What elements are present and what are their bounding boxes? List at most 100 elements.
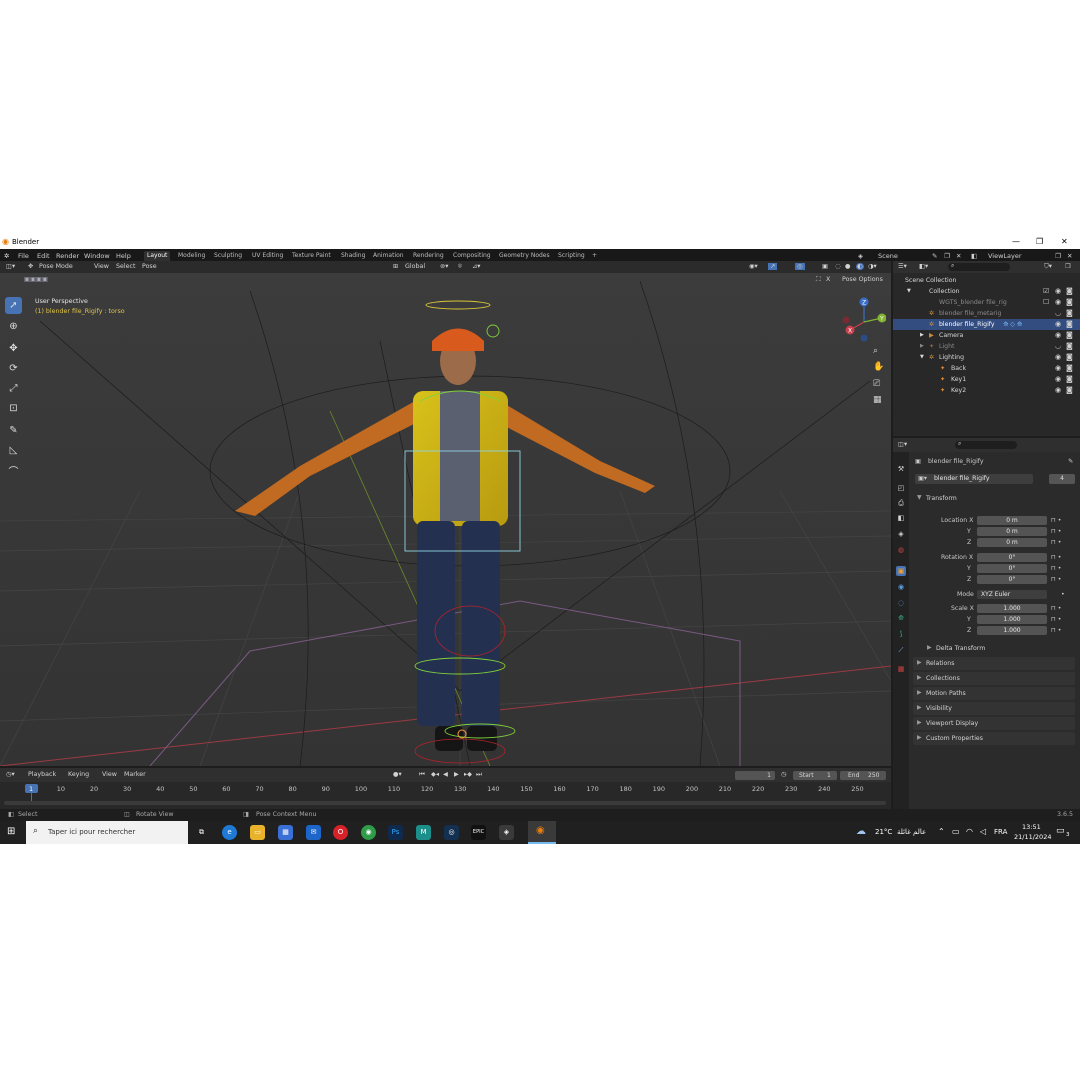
maximize-icon[interactable]: ❐ xyxy=(1036,237,1043,246)
current-frame-field[interactable]: 1 xyxy=(735,771,775,780)
outliner-row[interactable]: ✦ Key2 ◉ ◙ xyxy=(893,385,1080,396)
weather-text[interactable]: عالم غائلة xyxy=(897,828,926,836)
object-tab-icon[interactable]: ▣ xyxy=(896,566,906,576)
blender-menu-icon[interactable]: ✲ xyxy=(4,252,9,260)
rendered-shading-icon[interactable]: ◑▾ xyxy=(868,263,877,270)
menu-file[interactable]: File xyxy=(18,252,29,260)
new-collection-icon[interactable]: ❐ xyxy=(1065,263,1071,270)
chrome-icon[interactable]: ◉ xyxy=(361,825,376,840)
cursor-tool-icon[interactable]: ⊕ xyxy=(5,318,22,335)
lock-icon[interactable]: ⊓ • xyxy=(1051,616,1061,623)
new-scene-icon[interactable]: ❐ xyxy=(944,252,950,260)
rotation-mode-dropdown[interactable]: XYZ Euler xyxy=(977,590,1047,599)
filter-icon[interactable]: ⛉▾ xyxy=(1044,263,1052,271)
object-name-field[interactable]: ▣▾ blender file_Rigify xyxy=(915,474,1033,484)
timeline-editor-icon[interactable]: ◷▾ xyxy=(6,771,15,778)
rotation-z-field[interactable]: 0° xyxy=(977,575,1047,584)
zoom-icon[interactable]: ⌕ xyxy=(873,346,878,356)
network-icon[interactable]: ▭ xyxy=(952,827,960,836)
eye-icon[interactable]: ◉ xyxy=(1055,353,1061,361)
camera-render-icon[interactable]: ◙ xyxy=(1066,320,1073,328)
edge-icon[interactable]: e xyxy=(222,825,237,840)
outliner-row[interactable]: ✦ Back ◉ ◙ xyxy=(893,363,1080,374)
motion-paths-panel-header[interactable]: ▶ Motion Paths xyxy=(913,687,1075,700)
weather-icon[interactable]: ☁ xyxy=(856,826,866,837)
navigation-gizmo[interactable]: Z Y X xyxy=(838,296,886,344)
menu-playback[interactable]: Playback xyxy=(28,771,56,778)
camera-render-icon[interactable]: ◙ xyxy=(1066,298,1073,306)
wifi-icon[interactable]: ◠ xyxy=(966,827,973,836)
eye-icon[interactable]: ◉ xyxy=(1055,375,1061,383)
add-workspace-button[interactable]: + xyxy=(589,251,600,261)
menu-timeline-view[interactable]: View xyxy=(102,771,117,778)
properties-editor-icon[interactable]: ◫▾ xyxy=(898,441,907,448)
orientation-dropdown[interactable]: Global xyxy=(405,263,425,270)
scene-name-field[interactable]: Scene xyxy=(878,252,898,260)
menu-marker[interactable]: Marker xyxy=(124,771,146,778)
overlay-toggle-icon[interactable]: ◎ xyxy=(795,263,805,270)
camera-view-icon[interactable]: ⎚ xyxy=(873,379,880,389)
viewport-scene[interactable] xyxy=(0,261,891,766)
eye-icon[interactable]: ◉ xyxy=(1055,298,1061,306)
bone-tab-icon[interactable]: ⟋ xyxy=(896,645,906,655)
collections-panel-header[interactable]: ▶ Collections xyxy=(913,672,1075,685)
delete-scene-icon[interactable]: ✕ xyxy=(956,252,961,260)
wireframe-shading-icon[interactable]: ◌ xyxy=(835,263,841,270)
tab-shading[interactable]: Shading xyxy=(338,251,368,261)
eye-icon[interactable]: ◉ xyxy=(1055,364,1061,372)
tab-compositing[interactable]: Compositing xyxy=(450,251,494,261)
maya-icon[interactable]: M xyxy=(416,825,431,840)
mirror-x-toggle[interactable]: X xyxy=(826,276,830,283)
measure-tool-icon[interactable]: ◺ xyxy=(5,442,22,459)
scene-tab-icon[interactable]: ◈ xyxy=(896,529,906,539)
eye-icon[interactable]: ◉ xyxy=(1055,287,1061,295)
render-tab-icon[interactable]: ◰ xyxy=(896,483,906,493)
outliner-row[interactable]: ✦ Key1 ◉ ◙ xyxy=(893,374,1080,385)
volume-icon[interactable]: ◁ xyxy=(980,827,986,836)
texture-tab-icon[interactable]: ▦ xyxy=(896,664,906,674)
camera-render-icon[interactable]: ◙ xyxy=(1066,364,1073,372)
weather-temp[interactable]: 21°C xyxy=(875,828,892,836)
tab-texture-paint[interactable]: Texture Paint xyxy=(289,251,334,261)
move-tool-icon[interactable]: ✥ xyxy=(5,340,22,357)
camera-render-icon[interactable]: ◙ xyxy=(1066,375,1073,383)
steam-icon[interactable]: ◎ xyxy=(444,825,459,840)
keyframe-dot-icon[interactable]: • xyxy=(1061,591,1065,598)
outliner-row[interactable]: ▶ ▶ Camera ◉ ◙ xyxy=(893,330,1080,341)
tab-scripting[interactable]: Scripting xyxy=(555,251,588,261)
outliner-row-selected[interactable]: ✲ blender file_Rigify ⟰ ◇ ⟰ ◉ ◙ xyxy=(893,319,1080,330)
rotate-tool-icon[interactable]: ⟳ xyxy=(5,360,22,377)
mode-dropdown[interactable]: Pose Mode xyxy=(39,263,73,270)
end-frame-field[interactable]: End 250 xyxy=(840,771,886,780)
pin-icon[interactable]: ✎ xyxy=(932,252,937,260)
blender-taskbar-button[interactable]: ◉ xyxy=(528,821,556,844)
location-z-field[interactable]: 0 m xyxy=(977,538,1047,547)
taskbar-search-box[interactable]: ⌕ Taper ici pour rechercher xyxy=(26,821,188,844)
eye-icon[interactable]: ◉ xyxy=(1055,331,1061,339)
tab-uv-editing[interactable]: UV Editing xyxy=(249,251,286,261)
play-icon[interactable]: ▶ xyxy=(454,771,459,778)
pose-options-dropdown[interactable]: Pose Options xyxy=(842,276,883,283)
tab-layout[interactable]: Layout xyxy=(144,251,171,261)
pivot-icon[interactable]: ⊚▾ xyxy=(440,263,448,270)
xray-icon[interactable]: ▣ xyxy=(822,263,828,270)
checkbox-icon[interactable]: ☐ xyxy=(1043,298,1049,306)
jump-keyframe-back-icon[interactable]: ◆◂ xyxy=(431,771,439,778)
opera-icon[interactable]: O xyxy=(333,825,348,840)
lock-icon[interactable]: ⊓ • xyxy=(1051,554,1061,561)
file-explorer-icon[interactable]: ▭ xyxy=(250,825,265,840)
select-mode-icons[interactable]: ▣▣▣▣ xyxy=(24,276,48,283)
checkbox-icon[interactable]: ☑ xyxy=(1043,287,1049,295)
outliner-row[interactable]: ▼ Collection ☑ ◉ ◙ xyxy=(893,286,1080,297)
camera-render-icon[interactable]: ◙ xyxy=(1066,287,1073,295)
menu-edit[interactable]: Edit xyxy=(37,252,50,260)
tab-rendering[interactable]: Rendering xyxy=(410,251,447,261)
notification-icon[interactable]: ▭ xyxy=(1056,826,1065,836)
outliner-row[interactable]: WGTS_blender file_rig ☐ ◉ ◙ xyxy=(893,297,1080,308)
viewport-display-panel-header[interactable]: ▶ Viewport Display xyxy=(913,717,1075,730)
properties-search-input[interactable]: ⌕ xyxy=(955,440,1017,449)
expand-arrow-icon[interactable]: ▶ xyxy=(920,343,924,349)
lock-icon[interactable]: ⊓ • xyxy=(1051,605,1061,612)
jump-end-icon[interactable]: ⏭ xyxy=(476,771,482,779)
outliner-row[interactable]: ▼ ✲ Lighting ◉ ◙ xyxy=(893,352,1080,363)
